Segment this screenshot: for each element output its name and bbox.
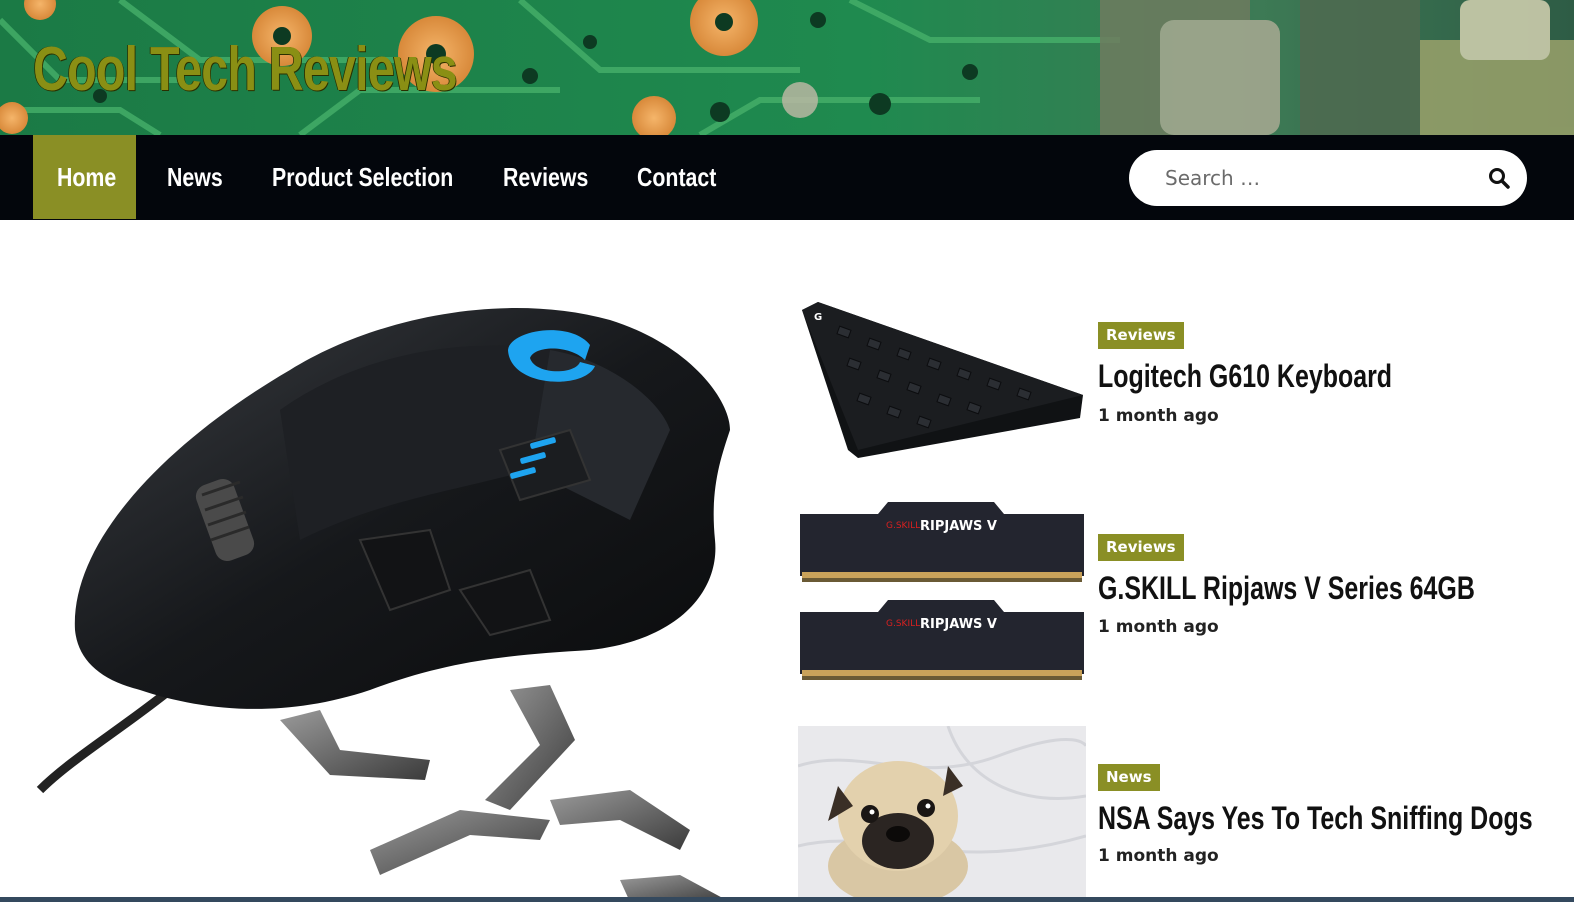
post-item: RIPJAWS V G.SKILL RIPJAWS V G.SKILL Revi… [798,496,1558,691]
post-thumbnail[interactable]: RIPJAWS V G.SKILL RIPJAWS V G.SKILL [798,496,1086,688]
page-bottom-border [0,897,1574,902]
keyboard-image: G [802,302,1083,458]
post-title-link[interactable]: Logitech G610 Keyboard [1098,356,1475,396]
search-icon[interactable] [1487,166,1511,190]
post-thumbnail[interactable] [797,725,1088,902]
post-thumbnail[interactable]: G [798,300,1086,465]
post-date: 1 month ago [1098,846,1219,866]
ram-image: RIPJAWS V G.SKILL RIPJAWS V G.SKILL [800,502,1084,680]
nav-item-home[interactable]: Home [33,135,136,219]
nav-item-label: Product Selection [272,162,454,192]
nav-item-product-selection[interactable]: Product Selection [272,135,493,219]
category-badge[interactable]: News [1098,764,1160,791]
search-input[interactable] [1165,164,1465,192]
svg-text:G.SKILL: G.SKILL [886,619,920,629]
post-title-link[interactable]: NSA Says Yes To Tech Sniffing Dogs [1098,798,1574,838]
hero-featured-image[interactable] [30,290,745,902]
nav-item-label: Reviews [503,162,589,192]
search-box [1129,150,1527,206]
post-title-text: Logitech G610 Keyboard [1098,358,1393,394]
nav-item-label: Home [57,162,117,192]
post-item: G Reviews Logitech G610 Keyboard 1 month… [798,300,1558,470]
svg-text:G.SKILL: G.SKILL [886,521,920,531]
svg-text:G: G [814,312,822,323]
post-title-link[interactable]: G.SKILL Ripjaws V Series 64GB [1098,568,1574,608]
gaming-mouse-image [36,308,731,902]
pug-image [797,725,1088,902]
nav-item-news[interactable]: News [167,135,235,219]
post-date: 1 month ago [1098,406,1219,426]
post-item: News NSA Says Yes To Tech Sniffing Dogs … [797,725,1558,902]
nav-item-label: News [167,162,223,192]
category-badge[interactable]: Reviews [1098,322,1184,349]
category-badge[interactable]: Reviews [1098,534,1184,561]
nav-item-contact[interactable]: Contact [637,135,734,219]
svg-text:RIPJAWS V: RIPJAWS V [920,617,997,632]
svg-text:RIPJAWS V: RIPJAWS V [920,519,997,534]
nav-item-label: Contact [637,162,717,192]
nav-item-reviews[interactable]: Reviews [503,135,607,219]
site-title[interactable]: Cool Tech Reviews [33,34,458,106]
header-banner: Cool Tech Reviews [0,0,1574,135]
post-date: 1 month ago [1098,617,1219,637]
post-title-text: NSA Says Yes To Tech Sniffing Dogs [1098,800,1533,836]
post-title-text: G.SKILL Ripjaws V Series 64GB [1098,570,1475,606]
